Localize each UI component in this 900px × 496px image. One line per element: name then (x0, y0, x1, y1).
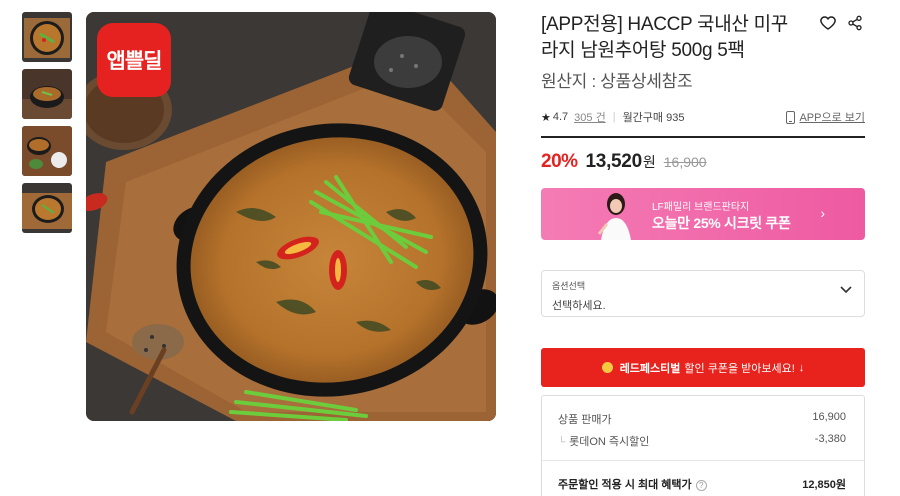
list-price-value: 16,900 (812, 411, 846, 423)
title-actions (819, 14, 863, 32)
option-select[interactable]: 옵션선택 선택하세요. (541, 270, 865, 317)
instant-discount-label: 롯데ON 즉시할인 (558, 433, 649, 449)
coupon-subtitle: LF패밀리 브랜드판타지 (652, 202, 750, 213)
thumbnail-4[interactable] (22, 183, 72, 233)
max-benefit-label: 주문할인 적용 시 최대 혜택가 (558, 479, 692, 491)
main-product-image[interactable]: 앱쁠딜 (86, 12, 496, 421)
secret-coupon-banner[interactable]: LF패밀리 브랜드판타지 오늘만 25% 시크릿 쿠폰 › (541, 188, 865, 240)
instant-discount-row: 롯데ON 즉시할인 -3,380 (558, 433, 846, 449)
divider (542, 460, 864, 461)
sale-price: 13,520 (585, 151, 643, 172)
product-info-panel: [APP전용] HACCP 국내산 미꾸라지 남원추어탕 500g 5팩 원산지… (541, 12, 865, 496)
price-row: 20% 13,520 원 16,900 (541, 151, 707, 173)
option-value: 선택하세요. (552, 300, 606, 312)
instant-discount-value: -3,380 (814, 433, 846, 445)
thumbnail-1[interactable] (22, 12, 72, 62)
product-origin: 원산지 : 상품상세참조 (541, 72, 693, 91)
app-view-label: APP으로 보기 (799, 112, 865, 124)
heart-icon[interactable] (819, 14, 837, 32)
rating-value: 4.7 (552, 111, 569, 123)
chevron-right-icon: › (820, 205, 825, 221)
red-festival-coupon-button[interactable]: 레드페스티벌 할인 쿠폰을 받아보세요! ↓ (541, 348, 865, 387)
review-count-link[interactable]: 305 건 (574, 109, 606, 125)
red-festival-text: 할인 쿠폰을 받아보세요! (684, 362, 795, 375)
download-arrow-icon: ↓ (798, 361, 805, 374)
badge-text: 앱쁠딜 (106, 49, 163, 73)
thumbnail-list (22, 12, 72, 240)
original-price: 16,900 (663, 154, 707, 170)
max-benefit-row: 주문할인 적용 시 최대 혜택가? 12,850원 (558, 476, 846, 492)
monthly-purchase: 월간구매 935 (622, 112, 685, 124)
star-icon: ★ (541, 111, 551, 124)
list-price-label: 상품 판매가 (558, 414, 612, 426)
share-icon[interactable] (847, 14, 863, 32)
thumbnail-3[interactable] (22, 126, 72, 176)
chevron-down-icon (840, 286, 852, 294)
product-meta-row: ★ 4.7 305 건 | 월간구매 935 APP으로 보기 (541, 102, 865, 138)
max-benefit-value: 12,850원 (802, 479, 846, 491)
price-breakdown: 상품 판매가 16,900 롯데ON 즉시할인 -3,380 주문할인 적용 시… (541, 395, 865, 496)
discount-rate: 20% (541, 151, 578, 172)
divider: | (612, 111, 616, 123)
phone-icon (786, 110, 796, 124)
app-view-link[interactable]: APP으로 보기 (786, 109, 865, 125)
title-row: [APP전용] HACCP 국내산 미꾸라지 남원추어탕 500g 5팩 원산지… (541, 12, 865, 92)
red-festival-title: 레드페스티벌 (619, 362, 681, 375)
help-icon[interactable]: ? (695, 479, 707, 491)
option-label: 옵션선택 (552, 281, 586, 291)
coin-icon (601, 362, 613, 373)
product-title: [APP전용] HACCP 국내산 미꾸라지 남원추어탕 500g 5팩 (541, 14, 788, 61)
currency-unit: 원 (642, 154, 656, 170)
coupon-headline: 오늘만 25% 시크릿 쿠폰 (652, 215, 791, 231)
list-price-row: 상품 판매가 16,900 (558, 411, 846, 427)
model-photo (597, 193, 631, 240)
app-deal-badge: 앱쁠딜 (97, 23, 171, 97)
thumbnail-2[interactable] (22, 69, 72, 119)
